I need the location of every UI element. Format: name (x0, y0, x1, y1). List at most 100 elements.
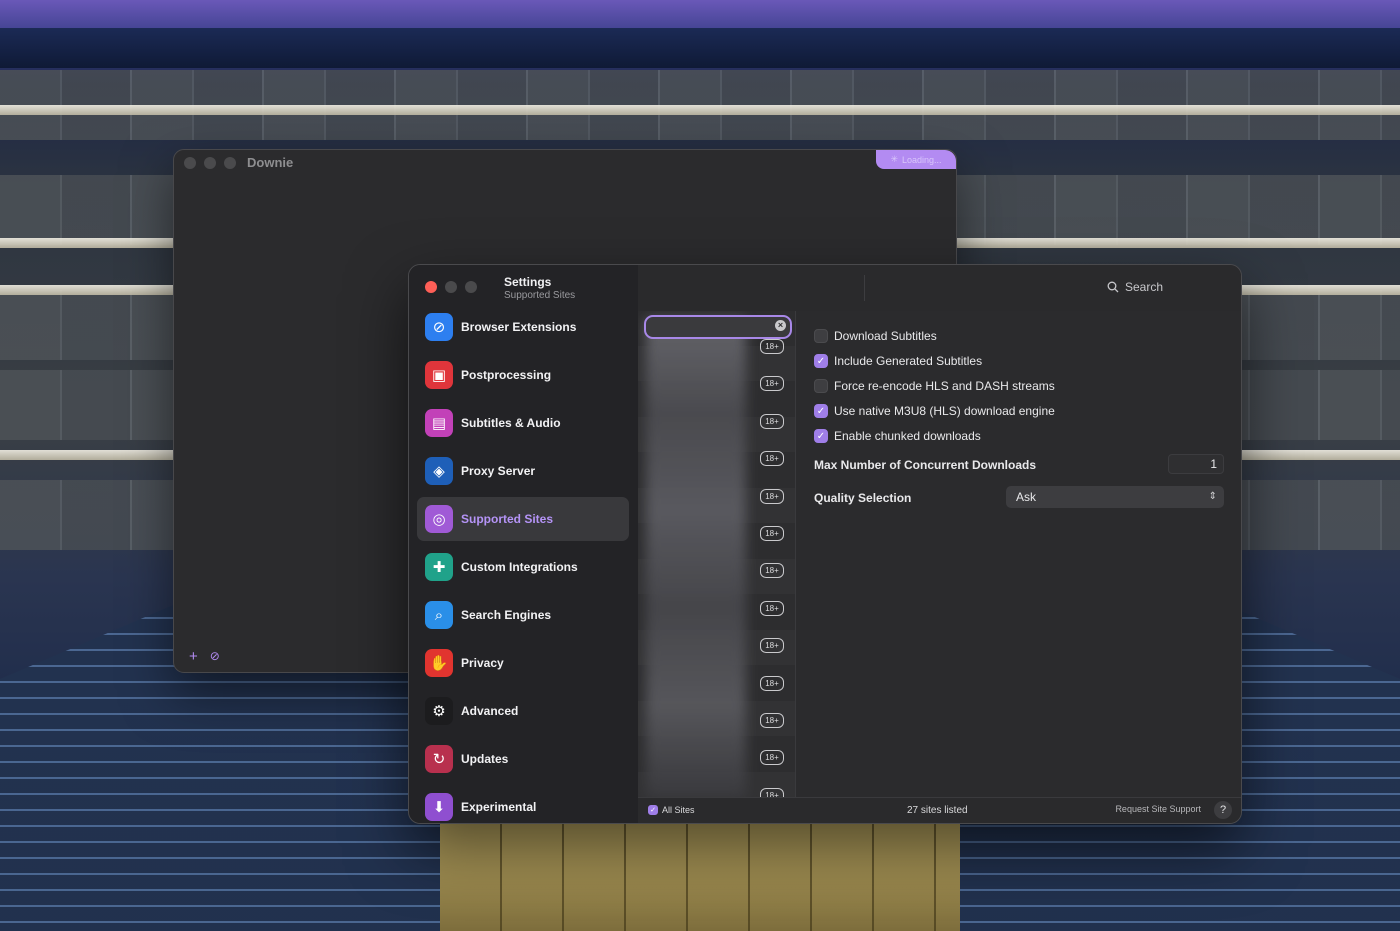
age-rating-badge: 18+ (760, 600, 784, 616)
downie-toolbar: + ⊘ (174, 640, 429, 672)
option-row[interactable]: Download Subtitles (814, 329, 937, 343)
speech-bubble-icon: ▤ (425, 409, 453, 437)
age-rating-badge: 18+ (760, 638, 784, 654)
site-search-field[interactable]: × (644, 315, 792, 339)
sidebar-item-label: Custom Integrations (461, 560, 578, 574)
hand-icon: ✋ (425, 649, 453, 677)
sidebar-item-subtitles-audio[interactable]: ▤ Subtitles & Audio (417, 401, 629, 445)
spinner-icon: ✳ (890, 154, 898, 164)
chevron-updown-icon: ⇕ (1208, 491, 1217, 502)
settings-window: ⊘ Browser Extensions ▣ Postprocessing ▤ Subti… (408, 264, 1242, 824)
minimize-button[interactable] (445, 281, 457, 293)
title-block: Settings Supported Sites (504, 275, 575, 301)
sidebar-nav: ⊘ Browser Extensions ▣ Postprocessing ▤ Subti… (417, 305, 629, 823)
age-rating-badge: 18+ (760, 712, 784, 728)
option-label: Include Generated Subtitles (834, 354, 983, 368)
option-checkbox[interactable]: ✓ (814, 429, 828, 443)
all-sites-label: All Sites (662, 805, 695, 815)
window-controls (425, 281, 477, 293)
all-sites-checkbox[interactable]: ✓ (648, 805, 658, 815)
search-label: Search (1124, 280, 1163, 294)
option-label: Enable chunked downloads (834, 429, 981, 443)
option-row[interactable]: ✓ Use native M3U8 (HLS) download engine (814, 404, 1055, 418)
option-label: Force re-encode HLS and DASH streams (834, 379, 1055, 393)
sidebar-item-proxy-server[interactable]: ◈ Proxy Server (417, 449, 629, 493)
age-rating-badge: 18+ (760, 563, 784, 579)
sidebar-item-label: Privacy (461, 656, 504, 670)
quality-selection-label: Quality Selection (814, 491, 912, 505)
sidebar-item-custom-integrations[interactable]: ✚ Custom Integrations (417, 545, 629, 589)
settings-sidebar: ⊘ Browser Extensions ▣ Postprocessing ▤ Subti… (409, 265, 638, 823)
quality-selection-value: Ask (1016, 490, 1037, 504)
shield-icon: ◈ (425, 457, 453, 485)
all-sites-toggle[interactable]: ✓ All Sites (648, 805, 695, 815)
sidebar-item-updates[interactable]: ↻ Updates (417, 737, 629, 781)
sidebar-item-browser-extensions[interactable]: ⊘ Browser Extensions (417, 305, 629, 349)
sidebar-item-postprocessing[interactable]: ▣ Postprocessing (417, 353, 629, 397)
close-button[interactable] (425, 281, 437, 293)
window-title: Settings (504, 275, 552, 289)
downie-title: Downie (247, 155, 294, 170)
sidebar-item-label: Search Engines (461, 608, 552, 622)
age-rating-badge: 18+ (760, 750, 784, 766)
sidebar-item-search-engines[interactable]: ⌕ Search Engines (417, 593, 629, 637)
quality-selection-dropdown[interactable]: Ask ⇕ (1006, 486, 1224, 508)
zoom-button[interactable] (465, 281, 477, 293)
option-checkbox[interactable] (814, 329, 828, 343)
sidebar-item-experimental[interactable]: ⬇ Experimental (417, 785, 629, 823)
flask-icon: ⬇ (425, 793, 453, 821)
gear-icon: ⚙ (425, 697, 453, 725)
minimize-button[interactable] (204, 157, 216, 169)
concurrent-downloads-field[interactable]: 1 (1168, 454, 1224, 474)
help-button[interactable]: ? (1214, 801, 1232, 819)
loading-label: Loading... (902, 154, 942, 165)
option-label: Download Subtitles (834, 329, 937, 343)
compass-icon: ⊘ (425, 313, 453, 341)
search-button[interactable]: Search (1107, 280, 1163, 294)
chip-icon: ▣ (425, 361, 453, 389)
sidebar-item-label: Advanced (461, 704, 519, 718)
sidebar-item-label: Proxy Server (461, 464, 536, 478)
age-rating-badge: 18+ (760, 488, 784, 504)
age-rating-badge: 18+ (760, 675, 784, 691)
age-badge-column: 18+ 18+ 18+ 18+ 18+ 18+ 18+ 18+ 18+ 18+ 18+ 18+ 18+ (760, 339, 784, 798)
zoom-button[interactable] (224, 157, 236, 169)
magnifier-icon: ⌕ (425, 601, 453, 629)
loading-indicator: ✳ Loading... (876, 150, 956, 169)
window-controls (184, 157, 236, 169)
age-rating-badge: 18+ (760, 339, 784, 354)
option-row[interactable]: ✓ Include Generated Subtitles (814, 354, 982, 368)
sidebar-item-advanced[interactable]: ⚙ Advanced (417, 689, 629, 733)
sidebar-item-label: Subtitles & Audio (461, 416, 561, 430)
age-rating-badge: 18+ (760, 376, 784, 392)
age-rating-badge: 18+ (760, 525, 784, 541)
option-checkbox[interactable]: ✓ (814, 354, 828, 368)
option-checkbox[interactable] (814, 379, 828, 393)
option-label: Use native M3U8 (HLS) download engine (834, 404, 1055, 418)
concurrent-downloads-label: Max Number of Concurrent Downloads (814, 458, 1037, 472)
puzzle-icon: ✚ (425, 553, 453, 581)
age-rating-badge: 18+ (760, 413, 784, 429)
clear-search-icon[interactable]: × (775, 320, 786, 331)
refresh-icon: ↻ (425, 745, 453, 773)
supported-sites-panel: Download Subtitles ✓ Include Generated Sub… (796, 311, 1241, 798)
blurred-site-names (646, 319, 746, 798)
sites-count: 27 sites listed (907, 805, 968, 816)
close-button[interactable] (184, 157, 196, 169)
option-row[interactable]: ✓ Enable chunked downloads (814, 429, 981, 443)
sidebar-item-label: Supported Sites (461, 512, 554, 526)
sidebar-item-label: Updates (461, 752, 509, 766)
sites-list[interactable]: × 18+ 18+ 18+ 18+ 18+ 18+ 18+ 18+ 18+ 18+ 18+ 18+ 18… (638, 311, 796, 798)
sidebar-item-supported-sites[interactable]: ◎ Supported Sites (417, 497, 629, 541)
plus-icon[interactable]: + (189, 648, 198, 665)
compass-icon[interactable]: ⊘ (210, 649, 220, 663)
globe-icon: ◎ (425, 505, 453, 533)
request-site-support-button[interactable]: Request Site Support (1115, 804, 1201, 814)
window-subtitle: Supported Sites (504, 290, 576, 301)
bottom-bar: ✓ All Sites 27 sites listed Request Site… (638, 797, 1241, 823)
sidebar-item-privacy[interactable]: ✋ Privacy (417, 641, 629, 685)
option-row[interactable]: Force re-encode HLS and DASH streams (814, 379, 1055, 393)
age-rating-badge: 18+ (760, 451, 784, 467)
sidebar-item-label: Experimental (461, 800, 537, 814)
option-checkbox[interactable]: ✓ (814, 404, 828, 418)
